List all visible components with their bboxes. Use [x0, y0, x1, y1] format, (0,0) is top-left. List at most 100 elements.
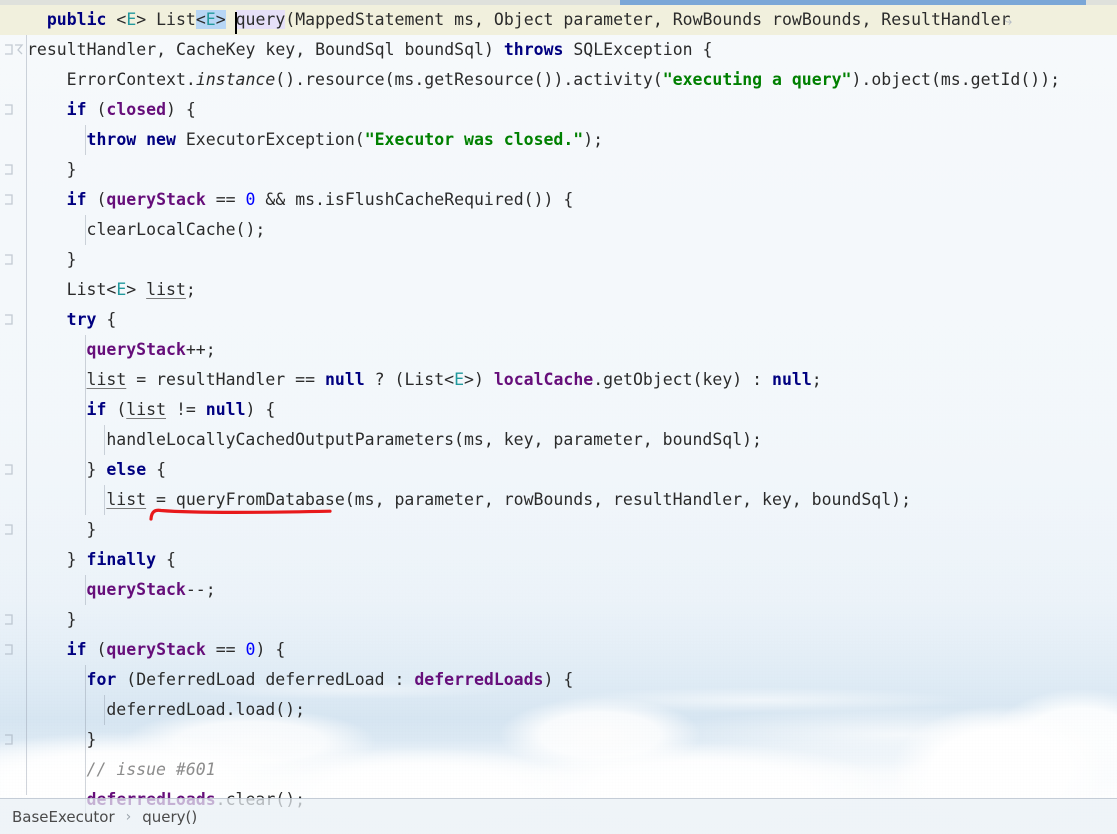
code-token: > List — [136, 10, 196, 29]
code-token: (MappedStatement ms, Object parameter, R… — [285, 10, 1021, 29]
code-line[interactable]: if (list != null) { — [27, 395, 276, 425]
code-line[interactable]: list = resultHandler == null ? (List<E>)… — [27, 365, 822, 395]
code-token: } — [66, 610, 77, 629]
code-line[interactable]: clearLocalCache(); — [27, 215, 266, 245]
code-token: E — [126, 10, 137, 29]
code-line[interactable]: deferredLoad.load(); — [27, 695, 305, 725]
code-token: ? (List< — [364, 370, 455, 389]
code-line[interactable]: throw new ExecutorException("Executor wa… — [27, 125, 604, 155]
code-line[interactable]: } — [27, 725, 97, 755]
code-token: queryStack — [86, 340, 186, 359]
code-token: for — [86, 670, 117, 689]
code-token: throw — [86, 130, 137, 149]
code-token: > — [215, 10, 226, 29]
code-token: list — [86, 370, 127, 389]
code-token: == — [205, 640, 246, 659]
code-token: deferredLoads — [414, 670, 544, 689]
code-line[interactable]: if (queryStack == 0 && ms.isFlushCacheRe… — [27, 185, 574, 215]
code-token: closed — [106, 100, 167, 119]
code-token: try — [66, 310, 97, 329]
code-token: instance — [195, 70, 276, 89]
code-token: query — [235, 10, 286, 29]
code-line[interactable]: for (DeferredLoad deferredLoad : deferre… — [27, 665, 574, 695]
code-token: ( — [86, 100, 107, 119]
code-line[interactable]: public <E> List<E> query(MappedStatement… — [27, 5, 1020, 35]
code-line[interactable]: resultHandler, CacheKey key, BoundSql bo… — [27, 35, 712, 65]
code-line[interactable]: ErrorContext.instance().resource(ms.getR… — [27, 65, 1060, 95]
code-line[interactable]: } else { — [27, 455, 167, 485]
code-line[interactable]: list = queryFromDatabase(ms, parameter, … — [27, 485, 911, 515]
code-token: >) — [464, 370, 494, 389]
code-token: resultHandler, CacheKey key, BoundSql bo… — [27, 40, 504, 59]
code-token: SQLException { — [563, 40, 713, 59]
code-token: null — [205, 400, 246, 419]
code-token: // issue #601 — [86, 760, 216, 779]
code-token: E — [205, 10, 216, 29]
code-line[interactable]: } — [27, 155, 77, 185]
line-wrap-arrow-icon: ⤷ — [1004, 11, 1013, 29]
code-token: ( — [86, 190, 107, 209]
code-token: ) { — [255, 640, 286, 659]
code-line[interactable]: } — [27, 245, 77, 275]
code-token: } — [86, 520, 97, 539]
code-token: = queryFromDatabase(ms, parameter, rowBo… — [146, 490, 912, 509]
code-line[interactable]: if (queryStack == 0) { — [27, 635, 286, 665]
code-token: throws — [503, 40, 564, 59]
code-token: clearLocalCache(); — [86, 220, 266, 239]
code-token: else — [106, 460, 147, 479]
code-line[interactable]: } — [27, 515, 97, 545]
code-token: null — [772, 370, 812, 389]
code-token: } — [86, 730, 97, 749]
code-token: "executing a query" — [662, 70, 852, 89]
code-token: finally — [86, 550, 157, 569]
code-token: .getObject(key) : — [593, 370, 773, 389]
code-line[interactable]: List<E> list; — [27, 275, 196, 305]
code-token: ) { — [245, 400, 276, 419]
code-token: > — [126, 280, 147, 299]
breadcrumb-item-method[interactable]: query() — [142, 808, 197, 826]
code-token: List< — [66, 280, 117, 299]
code-line[interactable]: // issue #601 — [27, 755, 216, 785]
code-line[interactable]: queryStack--; — [27, 575, 216, 605]
code-token: 0 — [245, 190, 256, 209]
code-line[interactable]: } finally { — [27, 545, 176, 575]
code-token: ().resource(ms.getResource()).activity( — [275, 70, 663, 89]
code-token: localCache — [493, 370, 594, 389]
code-line[interactable]: try { — [27, 305, 117, 335]
code-text-area[interactable]: public <E> List<E> query(MappedStatement… — [0, 0, 1117, 834]
code-token: < — [195, 10, 206, 29]
code-token: public — [46, 10, 107, 29]
text-caret — [235, 12, 238, 34]
horizontal-scrollbar-thumb[interactable] — [620, 0, 1086, 5]
code-token: E — [454, 370, 465, 389]
code-token: < — [106, 10, 127, 29]
code-line[interactable]: if (closed) { — [27, 95, 196, 125]
code-token: && ms.isFlushCacheRequired()) { — [255, 190, 574, 209]
code-token: null — [324, 370, 365, 389]
code-token: ( — [106, 400, 127, 419]
code-line[interactable]: handleLocallyCachedOutputParameters(ms, … — [27, 425, 762, 455]
code-token: ; — [185, 280, 196, 299]
breadcrumb-item-class[interactable]: BaseExecutor — [12, 808, 115, 826]
code-token: list — [126, 400, 167, 419]
code-token: queryStack — [106, 190, 206, 209]
code-token: deferredLoad.load(); — [106, 700, 306, 719]
code-line[interactable]: queryStack++; — [27, 335, 216, 365]
breadcrumb-bar[interactable]: BaseExecutor › query() — [0, 798, 1117, 834]
code-line[interactable]: } — [27, 605, 77, 635]
code-token: ErrorContext. — [66, 70, 196, 89]
code-token: ) { — [543, 670, 574, 689]
code-token: { — [156, 550, 176, 569]
code-token: handleLocallyCachedOutputParameters(ms, … — [106, 430, 762, 449]
code-token: } — [86, 460, 107, 479]
code-token: != — [166, 400, 206, 419]
code-token: list — [106, 490, 147, 509]
code-token: list — [146, 280, 186, 299]
code-token: == — [205, 190, 246, 209]
code-token: ); — [583, 130, 604, 149]
code-token: } — [66, 250, 77, 269]
code-token: ExecutorException( — [175, 130, 365, 149]
code-token: ).object(ms.getId()); — [851, 70, 1061, 89]
code-token: if — [66, 190, 87, 209]
